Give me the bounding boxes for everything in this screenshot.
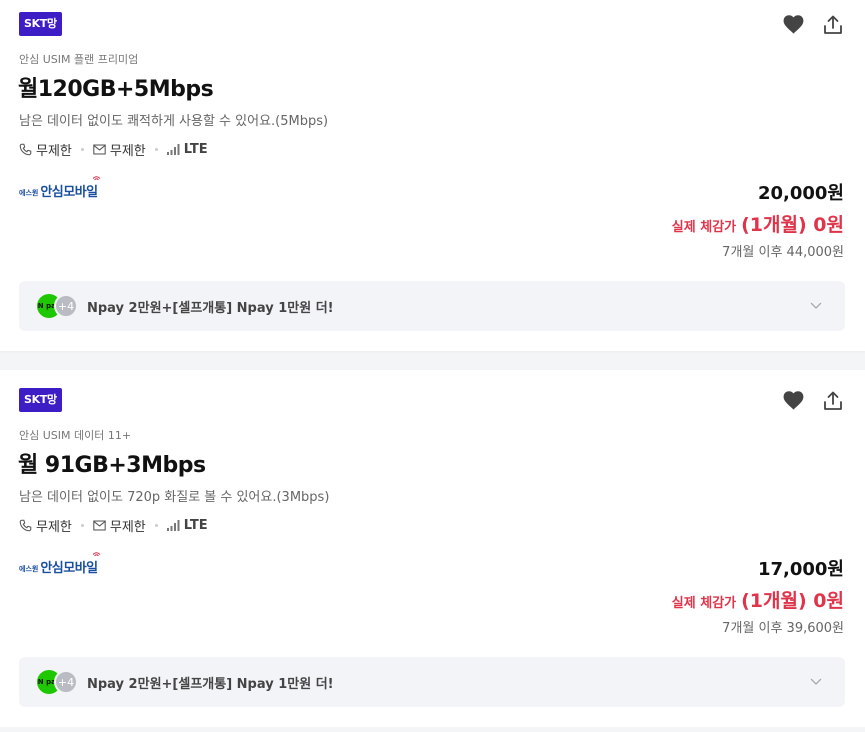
promo-price: 실제 체감가 (1개월) 0원 xyxy=(672,210,844,237)
spec-divider xyxy=(154,148,158,151)
share-icon xyxy=(823,15,842,34)
monthly-price: 20,000원 xyxy=(757,183,844,204)
signal-icon xyxy=(166,144,180,155)
call-value: 무제한 xyxy=(36,144,72,159)
benefit-accordion[interactable]: N pay +4 Npay 2만원+[셀프개통] Npay 1만원 더! xyxy=(19,281,845,331)
carrier-prefix: 에스원 xyxy=(19,565,39,573)
call-spec: 무제한 xyxy=(19,516,72,535)
benefit-text: Npay 2만원+[셀프개통] Npay 1만원 더! xyxy=(87,300,334,316)
spec-divider xyxy=(80,524,84,527)
after-promo-price: 7개월 이후 44,000원 xyxy=(722,245,844,260)
more-benefits-count: +4 xyxy=(54,670,78,694)
promo-label: 실제 체감가 xyxy=(671,596,737,611)
signal-icon xyxy=(166,520,180,531)
more-benefits-count: +4 xyxy=(54,294,78,318)
carrier-name: 안심모바일 xyxy=(40,552,101,576)
heart-icon xyxy=(783,15,804,34)
carrier-logo: 에스원 안심모바일 xyxy=(19,552,101,576)
share-button[interactable] xyxy=(822,390,843,411)
card-actions xyxy=(783,390,843,411)
sms-value: 무제한 xyxy=(109,520,146,535)
plan-title[interactable]: 월120GB+5Mbps xyxy=(18,71,214,103)
plan-subtitle: 안심 USIM 플랜 프리미엄 xyxy=(19,53,139,66)
benefit-accordion[interactable]: N pay +4 Npay 2만원+[셀프개통] Npay 1만원 더! xyxy=(19,657,845,707)
plan-description: 남은 데이터 없이도 720p 화질로 볼 수 있어요.(3Mbps) xyxy=(19,490,330,505)
benefit-text: Npay 2만원+[셀프개통] Npay 1만원 더! xyxy=(87,676,334,692)
spec-divider xyxy=(80,148,84,151)
carrier-prefix: 에스원 xyxy=(19,189,39,197)
monthly-price: 17,000원 xyxy=(757,559,844,580)
after-promo-price: 7개월 이후 39,600원 xyxy=(722,621,844,636)
sms-spec: 무제한 xyxy=(93,516,146,535)
sms-value: 무제한 xyxy=(109,144,146,159)
network-value: LTE xyxy=(183,142,208,157)
wifi-mark-icon xyxy=(92,552,101,557)
network-spec: LTE xyxy=(166,518,208,533)
call-value: 무제한 xyxy=(36,520,72,535)
price-block: 20,000원 실제 체감가 (1개월) 0원 7개월 이후 44,000원 xyxy=(672,179,844,260)
chevron-down-icon xyxy=(810,302,822,309)
network-value: LTE xyxy=(183,518,208,533)
plan-specs: 무제한 무제한 LTE xyxy=(19,516,208,535)
price-block: 17,000원 실제 체감가 (1개월) 0원 7개월 이후 39,600원 xyxy=(672,555,844,636)
plan-card[interactable]: SKT망 안심 USIM 데이터 11+ 월 91GB+3Mbps 남은 데이터… xyxy=(0,370,865,727)
promo-value: (1개월) 0원 xyxy=(741,214,844,236)
network-spec: LTE xyxy=(166,142,208,157)
promo-label: 실제 체감가 xyxy=(671,220,737,235)
spec-divider xyxy=(154,524,158,527)
plan-title[interactable]: 월 91GB+3Mbps xyxy=(18,447,206,479)
promo-value: (1개월) 0원 xyxy=(741,590,844,612)
envelope-icon xyxy=(93,520,106,531)
share-button[interactable] xyxy=(822,14,843,35)
network-badge: SKT망 xyxy=(19,388,62,412)
wifi-mark-icon xyxy=(92,176,101,181)
benefit-icons: N pay +4 xyxy=(37,670,81,694)
plan-card[interactable]: SKT망 안심 USIM 플랜 프리미엄 월120GB+5Mbps 남은 데이터… xyxy=(0,0,865,351)
promo-price: 실제 체감가 (1개월) 0원 xyxy=(672,586,844,613)
network-badge: SKT망 xyxy=(19,12,62,36)
envelope-icon xyxy=(93,144,106,155)
favorite-button[interactable] xyxy=(783,14,804,35)
favorite-button[interactable] xyxy=(783,390,804,411)
plan-subtitle: 안심 USIM 데이터 11+ xyxy=(19,429,132,442)
heart-icon xyxy=(783,391,804,410)
phone-icon xyxy=(19,143,32,156)
benefit-icons: N pay +4 xyxy=(37,294,81,318)
chevron-down-icon xyxy=(810,678,822,685)
phone-icon xyxy=(19,519,32,532)
carrier-logo: 에스원 안심모바일 xyxy=(19,176,101,200)
share-icon xyxy=(823,391,842,410)
card-actions xyxy=(783,14,843,35)
plan-description: 남은 데이터 없이도 쾌적하게 사용할 수 있어요.(5Mbps) xyxy=(19,114,329,129)
sms-spec: 무제한 xyxy=(93,140,146,159)
plan-specs: 무제한 무제한 LTE xyxy=(19,140,208,159)
call-spec: 무제한 xyxy=(19,140,72,159)
carrier-name: 안심모바일 xyxy=(40,176,101,200)
